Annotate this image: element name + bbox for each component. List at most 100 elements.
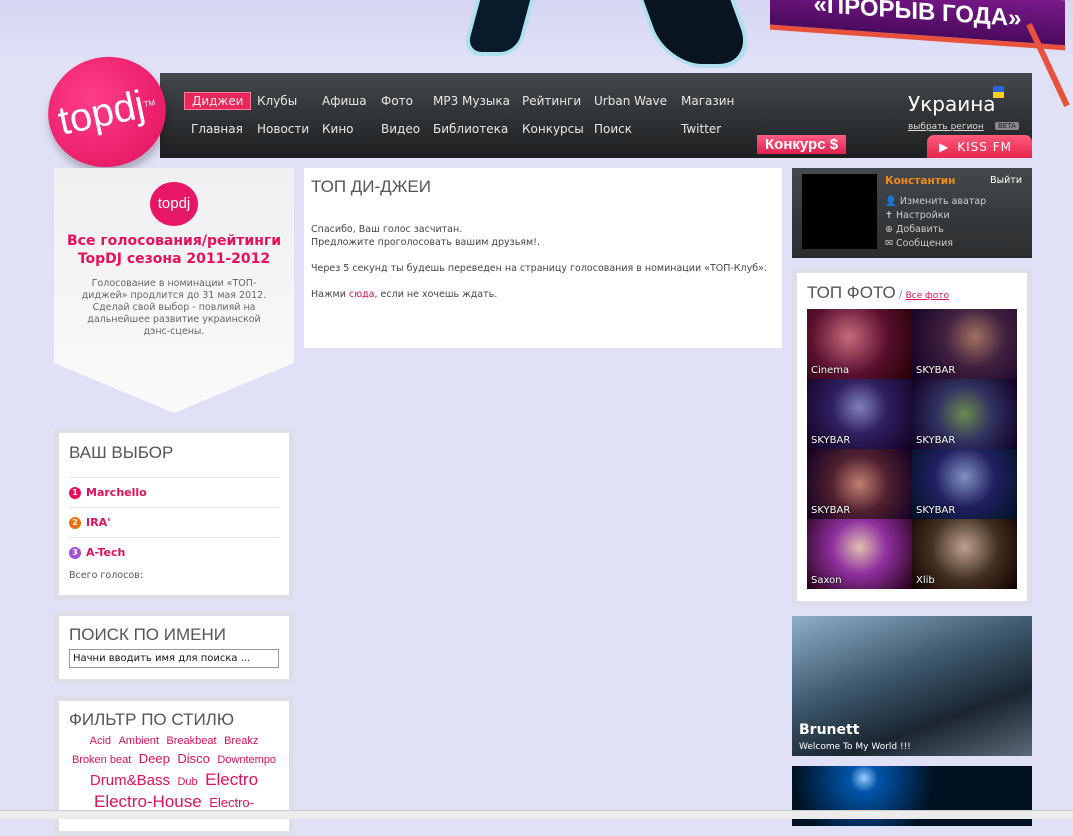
photo-thumb[interactable]: Cinema [807,309,912,379]
panel-title: ПОИСК ПО ИМЕНИ [69,625,226,644]
skip-post: , если не хочешь ждать. [374,289,498,300]
tag-breakz[interactable]: Breakz [224,735,258,747]
user-icon: 👤 [885,196,897,207]
dj-name[interactable]: IRA' [86,516,110,529]
choice-item[interactable]: 2 IRA' [69,507,279,537]
dj-name[interactable]: Marchello [86,486,147,499]
photo-thumb[interactable]: SKYBAR [807,449,912,519]
nav-clubs[interactable]: Клубы [257,94,297,108]
tag-downtempo[interactable]: Downtempo [217,754,276,766]
tag-dub[interactable]: Dub [177,776,197,788]
invite-text: Предложите проголосовать вашим друзьям!. [311,237,541,248]
nav-library[interactable]: Библиотека [433,122,508,136]
nav-photo[interactable]: Фото [381,94,413,108]
logo-text: topdj [54,82,149,144]
panel-title: ФИЛЬТР ПО СТИЛЮ [69,710,235,729]
nav-djs[interactable]: Диджеи [184,92,252,110]
tag-drum-bass[interactable]: Drum&Bass [90,772,170,789]
envelope-icon: ✉ [885,238,893,249]
photo-caption: SKYBAR [811,435,851,446]
top-photos-panel: ТОП ФОТО / Все фото Cinema SKYBAR SKYBAR S… [792,268,1032,606]
nav-twitter[interactable]: Twitter [681,122,721,136]
your-choice-panel: ВАШ ВЫБОР 1 Marchello 2 IRA' 3 A-Tech Всего… [54,428,294,600]
nav-shop[interactable]: Магазин [681,94,734,108]
logo-tm: TM [142,97,157,109]
photo-caption: Saxon [811,575,842,586]
horizontal-scrollbar[interactable] [0,810,1073,819]
photo-caption: Xlib [916,575,935,586]
radio-label: KISS FM [957,139,1012,154]
nav-cinema[interactable]: Кино [322,122,354,136]
menu-label: Сообщения [896,238,954,249]
all-photos-link[interactable]: Все фото [906,291,949,301]
choose-region-link[interactable]: выбрать регион [908,122,984,132]
main-nav [160,73,1032,158]
photo-thumb[interactable]: SKYBAR [912,309,1017,379]
tag-electro-house[interactable]: Electro-House [94,792,202,811]
nav-ratings[interactable]: Рейтинги [522,94,581,108]
rank-badge: 2 [69,516,81,529]
redirect-text: Через 5 секунд ты будешь переведен на ст… [311,263,767,274]
kiss-fm-player-button[interactable]: ▶ KISS FM [927,135,1032,158]
ukraine-flag-icon [993,86,1004,98]
nav-contests[interactable]: Конкурсы [522,122,584,136]
menu-label: Добавить [896,224,944,235]
name-search-input[interactable] [69,649,279,668]
skip-text: Нажми сюда, если не хочешь ждать. [311,288,775,301]
photo-thumb[interactable]: SKYBAR [912,379,1017,449]
topdj-mini-logo: topdj [150,182,198,226]
settings-link[interactable]: ✝ Настройки [885,210,950,221]
nav-video[interactable]: Видео [381,122,420,136]
nav-urban-wave[interactable]: Urban Wave [594,94,667,108]
region-name: Украина [908,92,996,116]
tag-broken-beat[interactable]: Broken beat [72,754,131,766]
tag-disco[interactable]: Disco [177,751,210,766]
tag-electro-more[interactable]: Electro- [209,795,254,810]
avatar[interactable] [802,174,877,249]
nav-afisha[interactable]: Афиша [322,94,367,108]
total-votes: Всего голосов: [69,570,143,581]
choice-item[interactable]: 3 A-Tech [69,537,279,567]
messages-link[interactable]: ✉ Сообщения [885,238,953,249]
play-icon: ▶ [939,139,950,154]
panel-title: ВАШ ВЫБОР [69,443,174,462]
promo-title[interactable]: Все голосования/рейтинги TopDJ сезона 20… [54,232,294,268]
beta-badge: BETA [995,122,1019,130]
tag-acid[interactable]: Acid [90,735,111,747]
username[interactable]: Константин [885,175,955,187]
photo-thumb[interactable]: Saxon [807,519,912,589]
contest-button[interactable]: Конкурс $ [757,135,847,154]
nav-search[interactable]: Поиск [594,122,632,136]
search-by-name-panel: ПОИСК ПО ИМЕНИ [54,611,294,684]
nav-news[interactable]: Новости [257,122,309,136]
nav-mp3[interactable]: MP3 Музыка [433,94,510,108]
photo-thumb[interactable]: Xlib [912,519,1017,589]
skip-wait-link[interactable]: сюда [349,289,375,300]
tag-electro[interactable]: Electro [205,770,258,789]
dj-name[interactable]: A-Tech [86,546,125,559]
skip-pre: Нажми [311,289,349,300]
featured-subtitle: Welcome To My World !!! [799,742,911,752]
photo-caption: SKYBAR [811,505,851,516]
menu-label: Настройки [896,210,950,221]
plus-icon: ⊕ [885,224,893,235]
photo-caption: SKYBAR [916,435,956,446]
photo-thumb[interactable]: SKYBAR [912,449,1017,519]
ribbon-notch [54,363,294,413]
tag-deep[interactable]: Deep [139,751,170,766]
main-content: ТОП ДИ-ДЖЕИ Спасибо, Ваш голос засчитан.… [304,168,782,348]
vote-confirmation: Спасибо, Ваш голос засчитан. Предложите п… [311,223,775,249]
promo-text: Голосование в номинации «ТОП-диджей» про… [81,278,267,337]
photo-caption: Cinema [811,365,850,376]
nav-home[interactable]: Главная [191,122,243,136]
photo-thumb[interactable]: SKYBAR [807,379,912,449]
panel-title: ТОП ФОТО [807,283,896,302]
tag-ambient[interactable]: Ambient [119,735,159,747]
change-avatar-link[interactable]: 👤 Изменить аватар [885,196,986,207]
add-link[interactable]: ⊕ Добавить [885,224,944,235]
choice-item[interactable]: 1 Marchello [69,477,279,507]
photo-caption: SKYBAR [916,505,956,516]
tag-breakbeat[interactable]: Breakbeat [166,735,216,747]
logout-link[interactable]: Выйти [990,175,1022,186]
featured-dj-card[interactable]: Brunett Welcome To My World !!! [792,616,1032,756]
